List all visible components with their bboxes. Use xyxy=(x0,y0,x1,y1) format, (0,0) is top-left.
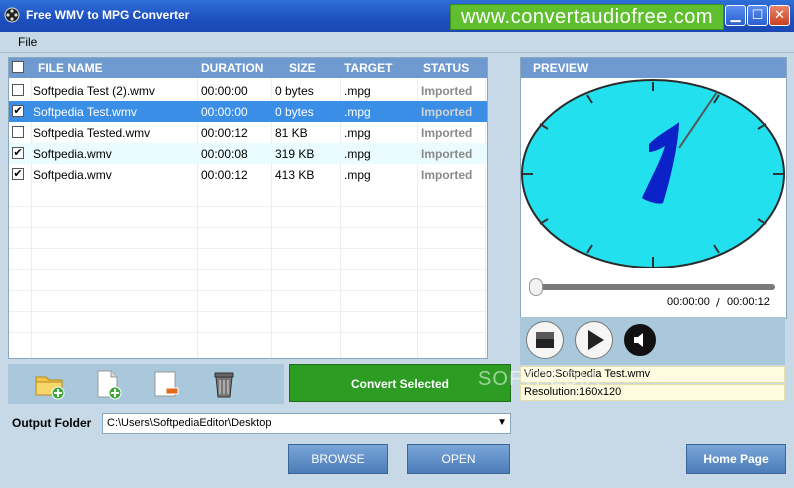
maximize-icon: ☐ xyxy=(751,8,764,23)
preview-panel: PREVIEW 00:00:00 / 00:00:12 xyxy=(520,57,787,319)
output-folder-select[interactable]: C:\Users\SoftpediaEditor\Desktop ▼ xyxy=(102,413,511,434)
cell-size: 0 bytes xyxy=(275,105,314,119)
play-button[interactable] xyxy=(575,321,613,359)
time-separator: / xyxy=(716,296,720,309)
minimize-button[interactable]: ▁ xyxy=(725,5,746,26)
table-row[interactable]: ✔ Softpedia.wmv 00:00:08 319 KB .mpg Imp… xyxy=(9,143,487,164)
cell-status: Imported xyxy=(421,168,473,182)
output-folder-path: C:\Users\SoftpediaEditor\Desktop xyxy=(107,417,272,429)
close-icon: ✕ xyxy=(774,8,785,23)
browse-button[interactable]: BROWSE xyxy=(288,444,388,474)
cell-size: 413 KB xyxy=(275,168,315,182)
cell-status: Imported xyxy=(421,147,473,161)
preview-header: PREVIEW xyxy=(521,58,786,78)
cell-status: Imported xyxy=(421,126,473,140)
table-row[interactable]: Softpedia Tested.wmv 00:00:12 81 KB .mpg… xyxy=(9,122,487,143)
stop-icon xyxy=(536,332,554,348)
open-button[interactable]: OPEN xyxy=(407,444,510,474)
seek-handle[interactable] xyxy=(529,278,543,296)
maximize-button[interactable]: ☐ xyxy=(747,5,768,26)
column-status[interactable]: STATUS xyxy=(423,61,469,75)
cell-file-name: Softpedia Test (2).wmv xyxy=(33,84,155,98)
cell-duration: 00:00:08 xyxy=(201,147,248,161)
select-all-checkbox[interactable] xyxy=(12,61,24,73)
cell-file-name: Softpedia.wmv xyxy=(33,168,112,182)
column-target[interactable]: TARGET xyxy=(344,61,392,75)
menu-file[interactable]: File xyxy=(18,35,37,49)
cell-size: 81 KB xyxy=(275,126,308,140)
row-checkbox[interactable]: ✔ xyxy=(12,168,24,180)
playback-controls xyxy=(520,317,785,365)
cell-target: .mpg xyxy=(344,126,371,140)
output-folder-label: Output Folder xyxy=(12,416,92,430)
row-checkbox[interactable] xyxy=(12,84,24,96)
cell-duration: 00:00:00 xyxy=(201,105,248,119)
cell-size: 0 bytes xyxy=(275,84,314,98)
add-folder-icon[interactable] xyxy=(34,368,66,400)
play-icon xyxy=(588,330,604,350)
cell-file-name: Softpedia Test.wmv xyxy=(33,105,137,119)
title-bar: Free WMV to MPG Converter www.convertaud… xyxy=(0,0,794,32)
watermark: SOFTPEDIA xyxy=(478,368,601,390)
volume-button[interactable] xyxy=(624,324,656,356)
home-page-button[interactable]: Home Page xyxy=(686,444,786,474)
column-file-name[interactable]: FILE NAME xyxy=(38,61,103,75)
film-reel-icon xyxy=(4,7,20,23)
table-row[interactable]: ✔ Softpedia.wmv 00:00:12 413 KB .mpg Imp… xyxy=(9,164,487,185)
file-list[interactable]: FILE NAME DURATION SIZE TARGET STATUS So… xyxy=(8,57,488,359)
cell-status: Imported xyxy=(421,84,473,98)
cell-duration: 00:00:00 xyxy=(201,84,248,98)
total-time: 00:00:12 xyxy=(727,296,770,308)
add-file-icon[interactable] xyxy=(92,368,124,400)
row-checkbox[interactable]: ✔ xyxy=(12,105,24,117)
website-banner[interactable]: www.convertaudiofree.com xyxy=(450,4,724,30)
cell-target: .mpg xyxy=(344,105,371,119)
cell-file-name: Softpedia Tested.wmv xyxy=(33,126,151,140)
column-duration[interactable]: DURATION xyxy=(201,61,263,75)
current-time: 00:00:00 xyxy=(667,296,710,308)
remove-file-icon[interactable] xyxy=(150,368,182,400)
table-row-selected[interactable]: ✔ Softpedia Test.wmv 00:00:00 0 bytes .m… xyxy=(9,101,487,122)
cell-duration: 00:00:12 xyxy=(201,168,248,182)
table-row[interactable]: Softpedia Test (2).wmv 00:00:00 0 bytes … xyxy=(9,80,487,101)
close-button[interactable]: ✕ xyxy=(769,5,790,26)
video-frame xyxy=(521,78,786,268)
file-toolbar xyxy=(8,364,284,404)
minimize-icon: ▁ xyxy=(730,8,741,23)
row-checkbox[interactable] xyxy=(12,126,24,138)
column-size[interactable]: SIZE xyxy=(289,61,316,75)
cell-target: .mpg xyxy=(344,84,371,98)
menu-bar: File xyxy=(0,32,794,53)
cell-size: 319 KB xyxy=(275,147,315,161)
seek-track[interactable] xyxy=(531,284,775,290)
chevron-down-icon[interactable]: ▼ xyxy=(497,417,507,428)
window-title: Free WMV to MPG Converter xyxy=(26,8,190,22)
stop-button[interactable] xyxy=(526,321,564,359)
cell-file-name: Softpedia.wmv xyxy=(33,147,112,161)
preview-title: PREVIEW xyxy=(533,61,589,75)
cell-target: .mpg xyxy=(344,147,371,161)
row-checkbox[interactable]: ✔ xyxy=(12,147,24,159)
cell-status: Imported xyxy=(421,105,473,119)
file-list-header: FILE NAME DURATION SIZE TARGET STATUS xyxy=(9,58,487,78)
trash-icon[interactable] xyxy=(208,368,240,400)
cell-duration: 00:00:12 xyxy=(201,126,248,140)
cell-target: .mpg xyxy=(344,168,371,182)
speaker-icon xyxy=(634,333,643,347)
